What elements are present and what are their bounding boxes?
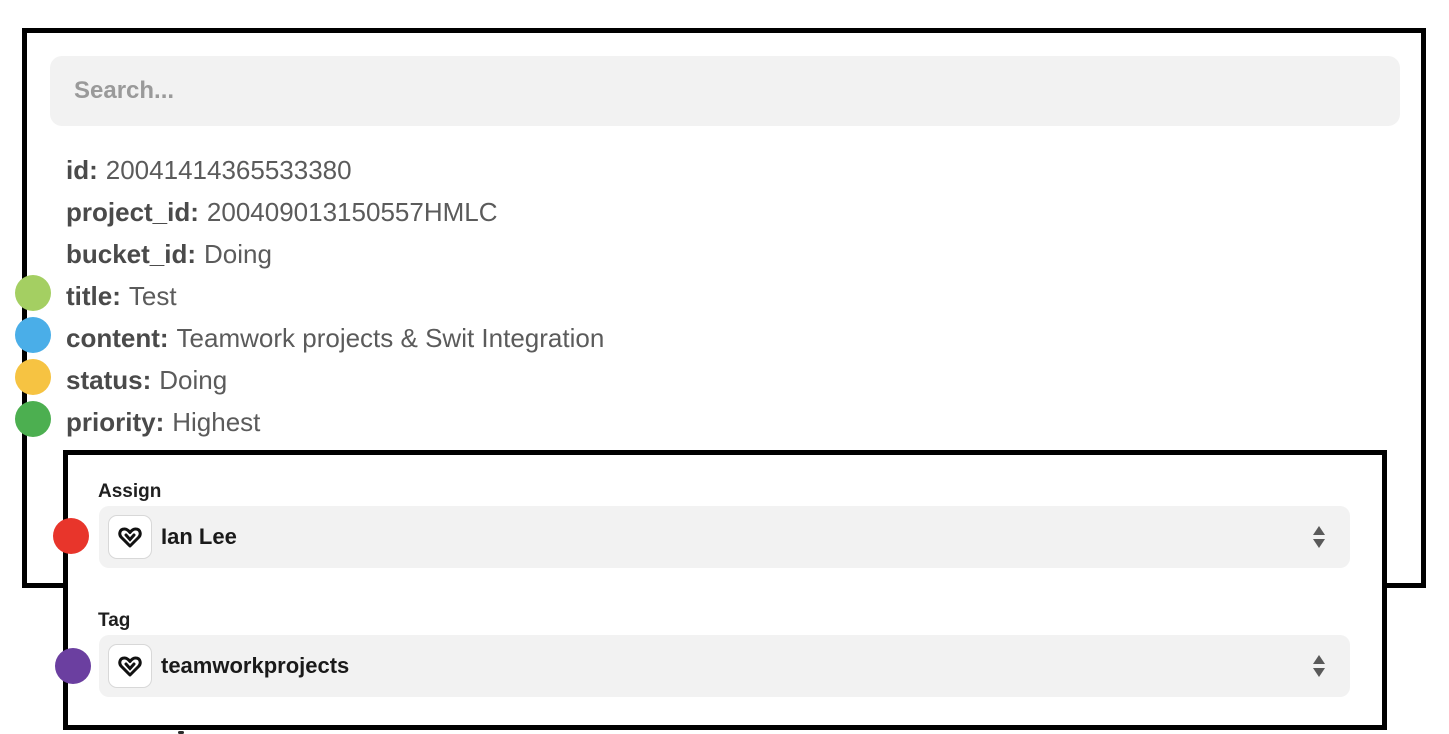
marker-dot-tag [55, 648, 91, 684]
assign-value: Ian Lee [161, 524, 237, 549]
field-priority: priority: Highest [66, 401, 604, 443]
app-logo-icon [108, 515, 152, 559]
field-key: id: [66, 155, 98, 185]
field-status: status: Doing [66, 359, 604, 401]
tag-select[interactable]: teamworkprojects [99, 635, 1350, 697]
field-id: id: 20041414365533380 [66, 149, 604, 191]
marker-dot-status [15, 359, 51, 395]
field-content: content: Teamwork projects & Swit Integra… [66, 317, 604, 359]
field-value: Highest [172, 407, 261, 437]
field-title: title: Test [66, 275, 604, 317]
field-value: Test [128, 281, 177, 311]
tag-label: Tag [98, 610, 131, 631]
field-key: content: [66, 323, 169, 353]
field-bucket-id: bucket_id: Doing [66, 233, 604, 275]
field-value: 200409013150557HMLC [206, 197, 498, 227]
marker-dot-content [15, 317, 51, 353]
assign-label: Assign [98, 481, 162, 502]
field-project-id: project_id: 200409013150557HMLC [66, 191, 604, 233]
sort-updown-icon [1313, 655, 1325, 677]
action-setup-panel: Assign Ian Lee Tag teamworkprojects [63, 450, 1387, 730]
marker-dot-assign [53, 518, 89, 554]
field-key: project_id: [66, 197, 199, 227]
field-value: 20041414365533380 [105, 155, 352, 185]
search-input[interactable] [50, 56, 1400, 126]
field-key: status: [66, 365, 152, 395]
field-key: bucket_id: [66, 239, 197, 269]
field-key: priority: [66, 407, 165, 437]
field-list: id: 20041414365533380 project_id: 20040901… [66, 149, 604, 443]
field-value: Doing [159, 365, 228, 395]
field-value: Doing [204, 239, 272, 269]
app-logo-icon [108, 644, 152, 688]
sort-updown-icon [1313, 526, 1325, 548]
marker-dot-title [15, 275, 51, 311]
assign-select[interactable]: Ian Lee [99, 506, 1350, 568]
field-key: title: [66, 281, 121, 311]
tag-value: teamworkprojects [161, 653, 350, 678]
field-value: Teamwork projects & Swit Integration [176, 323, 605, 353]
marker-dot-priority [15, 401, 51, 437]
